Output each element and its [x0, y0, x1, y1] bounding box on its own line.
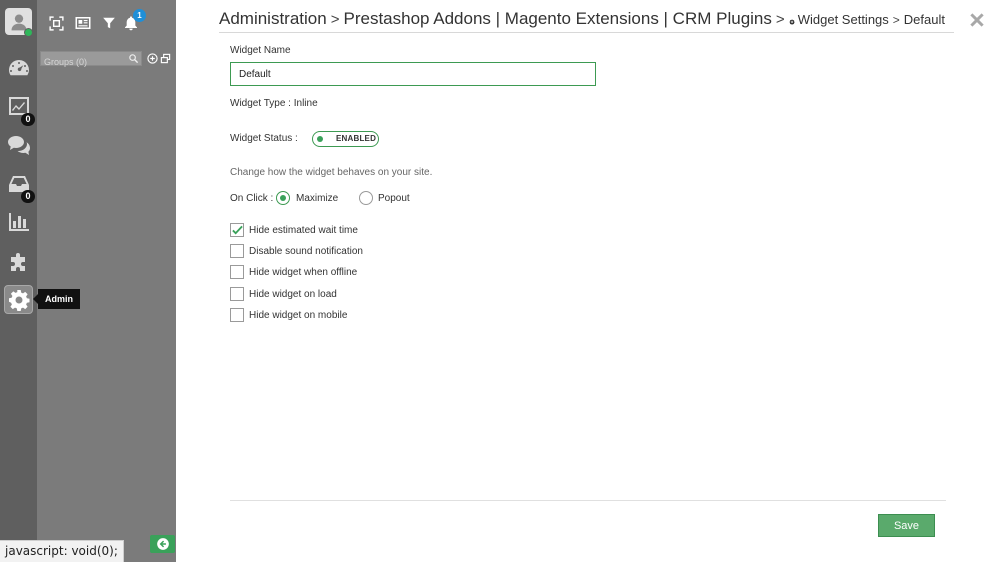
hide-on-mobile-checkbox[interactable] [230, 308, 244, 322]
popout-windows-icon[interactable] [160, 53, 171, 64]
online-status-dot [24, 28, 33, 37]
disable-sound-checkbox[interactable] [230, 244, 244, 258]
rail-item-admin[interactable] [4, 285, 33, 314]
contact-card-icon[interactable] [73, 14, 92, 32]
rail-item-chats[interactable] [4, 130, 33, 159]
checkbox-label: Hide widget on load [249, 288, 337, 300]
rail-item-integrations[interactable] [4, 246, 33, 275]
breadcrumb-site[interactable]: Prestashop Addons | Magento Extensions |… [343, 9, 771, 29]
chat-bubbles-icon [7, 135, 30, 155]
on-click-popout-label[interactable]: Popout [378, 193, 410, 204]
checkbox-label: Hide estimated wait time [249, 224, 358, 236]
hide-wait-time-checkbox[interactable] [230, 223, 244, 237]
checkbox-row-hide-on-load[interactable]: Hide widget on load [230, 287, 337, 301]
on-click-label: On Click : [230, 193, 274, 204]
header-divider [219, 32, 954, 33]
rail-item-reports[interactable] [4, 207, 33, 236]
widget-name-label: Widget Name [230, 45, 291, 56]
admin-tooltip: Admin [33, 289, 80, 309]
widget-name-input[interactable] [230, 62, 596, 86]
close-icon[interactable] [967, 10, 987, 30]
add-group-icon[interactable] [147, 53, 158, 64]
gear-icon [789, 19, 795, 25]
checkbox-row-hide-offline[interactable]: Hide widget when offline [230, 265, 357, 279]
toggle-state-label: ENABLED [336, 134, 377, 143]
rail-item-dashboard[interactable] [4, 53, 33, 82]
checkbox-row-hide-wait-time[interactable]: Hide estimated wait time [230, 223, 358, 237]
notification-count-badge: 1 [133, 9, 146, 22]
on-click-popout-radio[interactable] [359, 191, 373, 205]
checkbox-row-disable-sound[interactable]: Disable sound notification [230, 244, 363, 258]
breadcrumb-separator: > [892, 13, 900, 27]
screen-capture-icon[interactable] [47, 14, 65, 32]
icon-rail: 0 0 [0, 0, 37, 562]
breadcrumb: Administration > Prestashop Addons | Mag… [219, 9, 945, 33]
widget-status-toggle[interactable]: ENABLED [312, 131, 379, 147]
filter-icon[interactable] [101, 14, 116, 32]
status-bar-url: javascript: void(0); [0, 540, 124, 562]
breadcrumb-separator: > [775, 11, 785, 28]
puzzle-icon [10, 252, 25, 271]
breadcrumb-separator: > [330, 11, 340, 28]
footer-divider [230, 500, 946, 501]
checkbox-row-hide-on-mobile[interactable]: Hide widget on mobile [230, 308, 347, 322]
inbox-count-badge: 0 [21, 190, 35, 203]
checkbox-label: Hide widget on mobile [249, 309, 348, 321]
app-window: 0 0 1 Admin j [0, 0, 1000, 562]
dashboard-icon [8, 59, 29, 75]
save-button[interactable]: Save [878, 514, 935, 537]
widget-type-text: Widget Type : Inline [230, 98, 318, 109]
gear-icon [8, 289, 29, 311]
breadcrumb-administration[interactable]: Administration [219, 9, 327, 29]
collapse-panel-button[interactable] [150, 535, 175, 553]
hide-on-load-checkbox[interactable] [230, 287, 244, 301]
search-icon[interactable] [128, 53, 139, 64]
behavior-hint-text: Change how the widget behaves on your si… [230, 167, 433, 178]
breadcrumb-current: Default [903, 12, 945, 27]
groups-panel [37, 0, 176, 562]
hide-when-offline-checkbox[interactable] [230, 265, 244, 279]
analytics-count-badge: 0 [21, 113, 35, 126]
groups-search-box[interactable] [40, 51, 142, 69]
bar-chart-icon [8, 212, 29, 231]
on-click-maximize-radio[interactable] [276, 191, 290, 205]
checkbox-label: Hide widget when offline [249, 266, 358, 278]
groups-search-input[interactable] [41, 55, 127, 69]
widget-status-label: Widget Status : [230, 133, 298, 144]
checkmark-icon [232, 225, 243, 235]
toggle-knob [317, 136, 323, 142]
on-click-maximize-label[interactable]: Maximize [296, 193, 338, 204]
checkbox-label: Disable sound notification [249, 245, 363, 257]
breadcrumb-widget-settings[interactable]: Widget Settings [798, 12, 889, 27]
arrow-left-circle-icon [156, 538, 169, 550]
